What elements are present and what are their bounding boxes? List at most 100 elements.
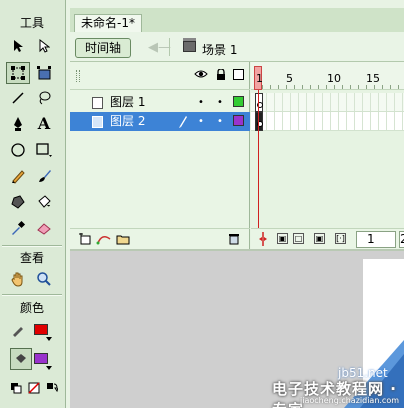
layer-row[interactable]: 图层 1 • • <box>70 93 250 112</box>
ruler-tick <box>286 85 287 89</box>
black-white-icon[interactable] <box>8 377 24 399</box>
layer-name[interactable]: 图层 1 <box>110 93 145 112</box>
ruler-tick <box>326 85 327 89</box>
frame-row[interactable] <box>251 112 404 131</box>
layer-row[interactable]: 图层 2 • • <box>70 112 250 131</box>
layer-outline-color-box[interactable] <box>233 96 244 107</box>
layer-outline-color-box[interactable] <box>233 115 244 126</box>
layers-footer <box>70 228 250 249</box>
add-motion-guide-icon[interactable] <box>96 233 112 248</box>
lock-icon[interactable] <box>216 68 226 83</box>
frame-ruler[interactable]: 1 5 10 15 <box>251 62 404 90</box>
subselection-tool-icon[interactable] <box>32 35 56 57</box>
tools-title: 工具 <box>19 16 44 30</box>
lock-dot-icon[interactable]: • <box>217 93 223 112</box>
insert-layer-icon[interactable] <box>78 232 92 248</box>
ink-bottle-tool-icon[interactable] <box>6 191 30 213</box>
rectangle-tool-icon[interactable] <box>32 139 56 161</box>
line-tool-icon[interactable] <box>6 87 30 109</box>
keyframe[interactable] <box>255 112 263 131</box>
current-frame-field[interactable]: 1 <box>356 231 396 248</box>
onion-skin-icon[interactable]: ▣ <box>277 233 288 244</box>
lasso-tool-icon[interactable] <box>32 87 56 109</box>
layer-page-icon <box>92 97 103 109</box>
layer-page-icon <box>92 116 103 128</box>
ruler-tick <box>262 85 263 89</box>
flash-ide-window: 工具 A 查看 颜色 未命名-1* 时间轴 ◀— 场景 1 图层 1 • • 图… <box>0 0 404 408</box>
ruler-tick <box>278 85 279 89</box>
ruler-tick <box>310 85 311 89</box>
insert-layer-folder-icon[interactable] <box>116 233 130 248</box>
colors-title: 颜色 <box>19 301 44 315</box>
onion-skin-outlines-icon[interactable]: □ <box>293 233 304 244</box>
frame-rate-field[interactable]: 2 <box>399 231 404 248</box>
layers-header <box>70 62 250 90</box>
visibility-dot-icon[interactable]: • <box>198 93 204 112</box>
modify-onion-markers-icon[interactable]: [·] <box>335 233 346 244</box>
gradient-transform-tool-icon[interactable] <box>32 62 56 84</box>
watermark-subtext: jiaocheng.chazidian.com <box>300 396 400 405</box>
ruler-tick <box>302 85 303 89</box>
ruler-tick <box>398 85 399 89</box>
pen-tool-icon[interactable] <box>6 113 30 135</box>
center-frame-icon[interactable] <box>259 232 267 249</box>
pencil-edit-icon <box>178 112 188 134</box>
ruler-tick <box>318 85 319 89</box>
ruler-label: 5 <box>286 72 293 85</box>
oval-tool-icon[interactable] <box>6 139 30 161</box>
edit-bar: 时间轴 ◀— 场景 1 <box>70 32 404 62</box>
scene-label[interactable]: 场景 1 <box>202 41 237 58</box>
ruler-tick <box>342 85 343 89</box>
timeline-panel: 图层 1 • • 图层 2 • • 1 5 10 15 ▣ □ ▣ [·] 1 <box>70 62 404 249</box>
scene-icon <box>183 38 196 52</box>
playhead-line <box>258 90 259 228</box>
chevron-down-icon[interactable] <box>46 337 52 341</box>
document-tab[interactable]: 未命名-1* <box>74 14 142 32</box>
view-title: 查看 <box>19 251 44 265</box>
tools-panel: 工具 A 查看 颜色 <box>0 0 66 408</box>
timeline-toggle-button[interactable]: 时间轴 <box>75 38 131 58</box>
eyedropper-tool-icon[interactable] <box>6 217 30 239</box>
panel-grip[interactable] <box>76 70 80 82</box>
tools-divider <box>2 245 62 247</box>
free-transform-tool-icon[interactable] <box>6 62 30 84</box>
fill-color-icon <box>10 348 32 370</box>
frame-row[interactable] <box>251 93 404 112</box>
text-tool-icon[interactable]: A <box>32 113 56 135</box>
edit-multiple-frames-icon[interactable]: ▣ <box>314 233 325 244</box>
ruler-tick <box>366 85 367 89</box>
brush-tool-icon[interactable] <box>32 165 56 187</box>
hand-tool-icon[interactable] <box>6 268 30 290</box>
swap-colors-icon[interactable] <box>44 377 60 399</box>
chevron-down-icon[interactable] <box>46 366 52 370</box>
outline-icon[interactable] <box>233 69 244 80</box>
fill-color-swatch[interactable] <box>34 353 48 364</box>
lock-dot-icon[interactable]: • <box>217 112 223 131</box>
no-color-icon[interactable] <box>26 377 42 399</box>
ruler-tick <box>374 85 375 89</box>
visibility-dot-icon[interactable]: • <box>198 112 204 131</box>
delete-layer-icon[interactable] <box>228 233 240 248</box>
ruler-tick <box>382 85 383 89</box>
back-arrow-icon[interactable]: ◀— <box>148 40 171 55</box>
stroke-color-swatch[interactable] <box>34 324 48 335</box>
ruler-tick <box>270 85 271 89</box>
editbar-divider <box>169 38 170 56</box>
layer-name[interactable]: 图层 2 <box>110 112 145 131</box>
keyframe[interactable] <box>255 93 263 112</box>
ruler-tick <box>358 85 359 89</box>
selection-tool-icon[interactable] <box>6 35 30 57</box>
eye-icon[interactable] <box>194 69 208 81</box>
frames-footer: ▣ □ ▣ [·] 1 2 <box>251 228 404 249</box>
document-tab-bar: 未命名-1* <box>70 8 404 32</box>
ruler-label: 10 <box>327 72 341 85</box>
frames-pane: 1 5 10 15 ▣ □ ▣ [·] 1 2 <box>251 62 404 249</box>
ruler-tick <box>334 85 335 89</box>
zoom-tool-icon[interactable] <box>32 268 56 290</box>
ruler-tick <box>390 85 391 89</box>
eraser-tool-icon[interactable] <box>32 217 56 239</box>
paint-bucket-tool-icon[interactable] <box>32 191 56 213</box>
stroke-color-icon <box>6 319 30 341</box>
ruler-tick <box>350 85 351 89</box>
pencil-tool-icon[interactable] <box>6 165 30 187</box>
